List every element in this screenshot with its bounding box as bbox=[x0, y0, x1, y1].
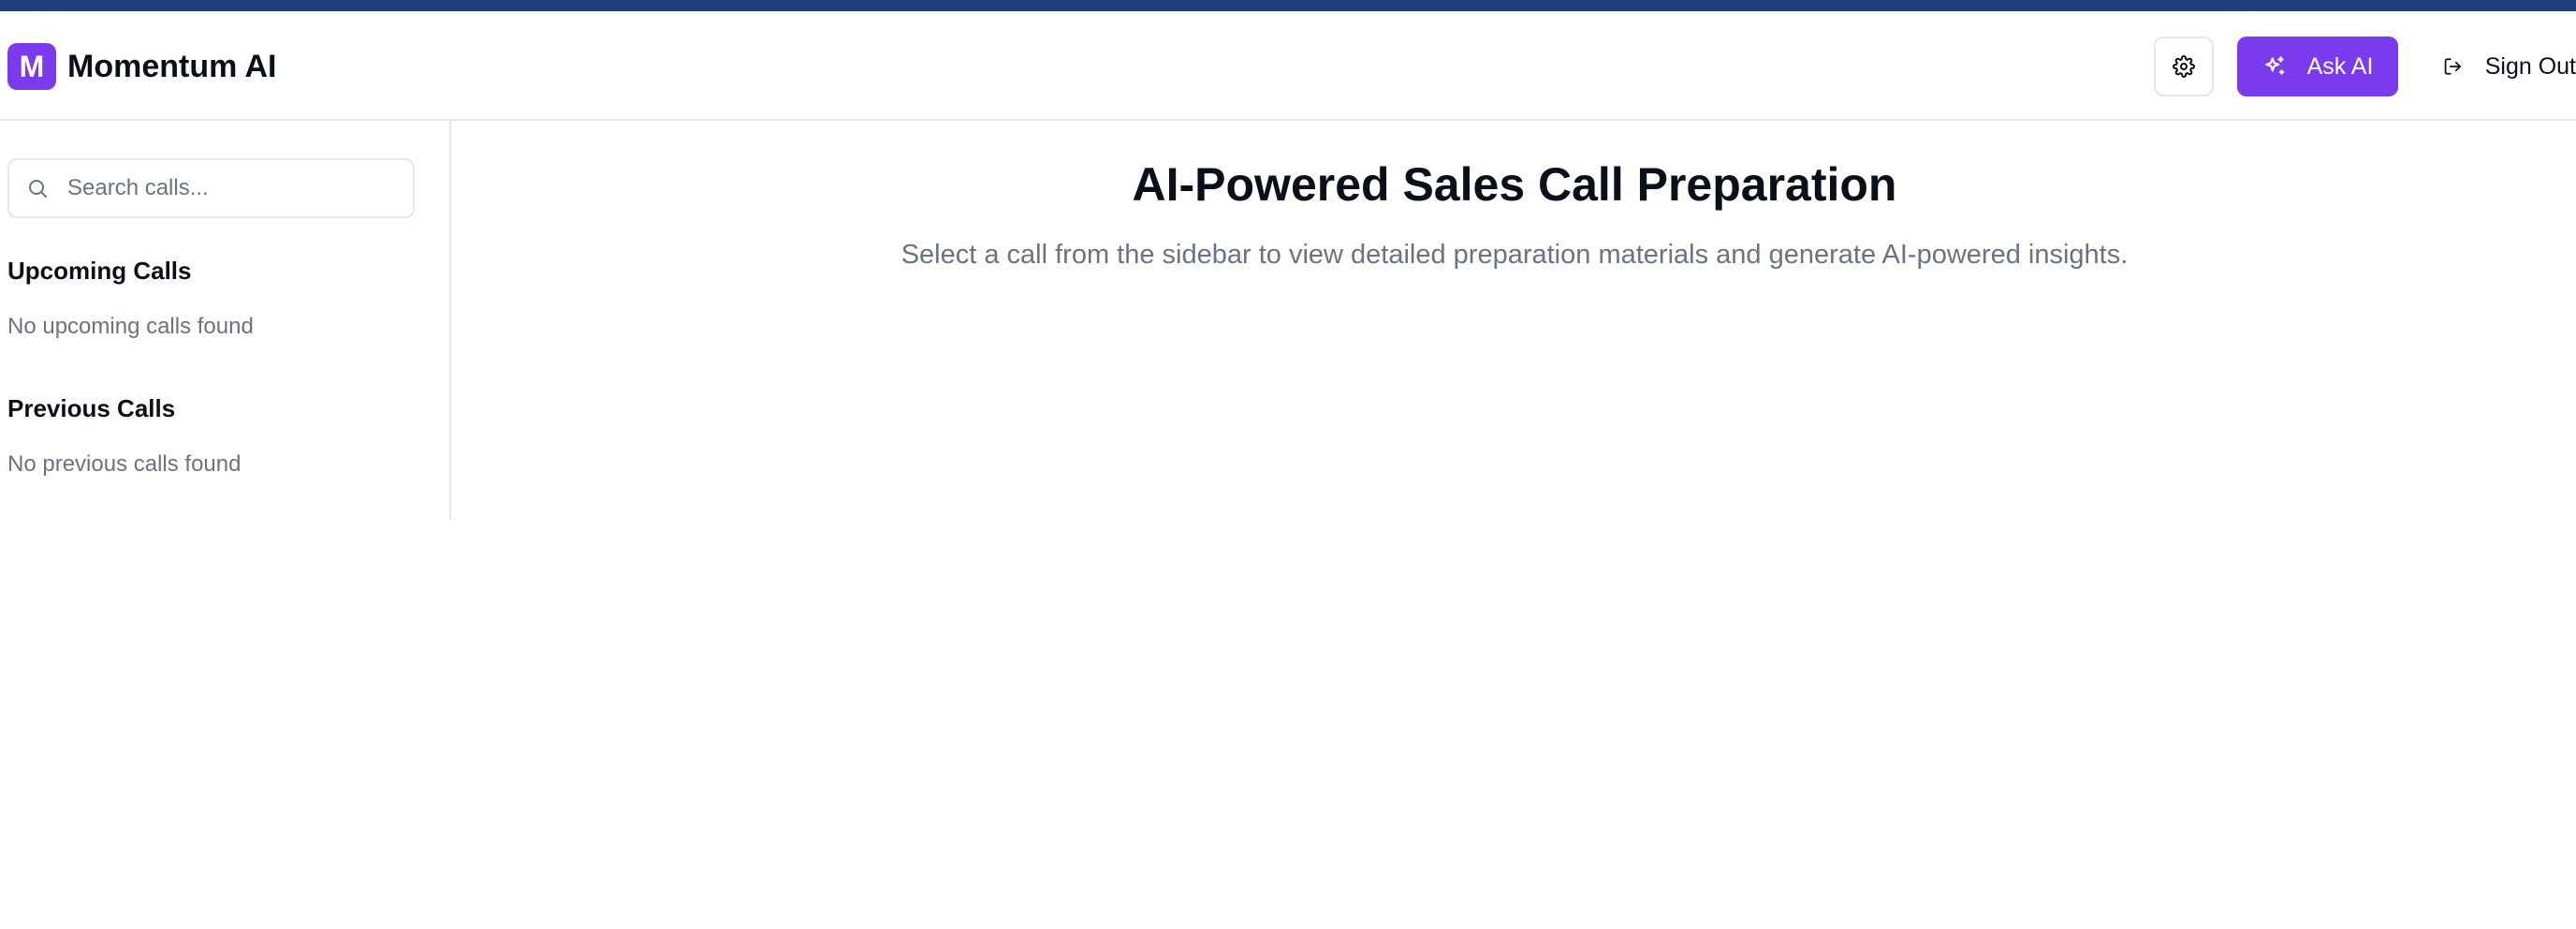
sign-out-button[interactable]: Sign Out bbox=[2443, 37, 2576, 96]
previous-calls-heading: Previous Calls bbox=[7, 394, 176, 422]
search-input[interactable] bbox=[66, 174, 406, 202]
sparkles-icon bbox=[2264, 56, 2284, 75]
page-subtitle: Select a call from the sidebar to view d… bbox=[900, 240, 2129, 270]
settings-button[interactable] bbox=[2154, 37, 2214, 96]
log-out-icon bbox=[2444, 58, 2461, 75]
logo-badge: M bbox=[7, 43, 56, 90]
sign-out-label: Sign Out bbox=[2484, 52, 2576, 80]
ask-ai-button[interactable]: Ask AI bbox=[2237, 37, 2398, 96]
previous-calls-empty: No previous calls found bbox=[7, 451, 242, 477]
page-title: AI-Powered Sales Call Preparation bbox=[1132, 158, 1897, 211]
top-accent-strip bbox=[0, 0, 2576, 11]
app-header: M Momentum AI Ask AI Sign Out bbox=[0, 11, 2576, 121]
app-title: Momentum AI bbox=[67, 49, 277, 84]
upcoming-calls-empty: No upcoming calls found bbox=[7, 314, 254, 339]
search-box[interactable] bbox=[7, 158, 415, 218]
gear-icon bbox=[2173, 55, 2195, 78]
search-icon bbox=[29, 180, 47, 198]
upcoming-calls-heading: Upcoming Calls bbox=[7, 257, 192, 285]
ask-ai-label: Ask AI bbox=[2306, 52, 2374, 80]
sidebar: Upcoming Calls No upcoming calls found P… bbox=[0, 121, 451, 520]
